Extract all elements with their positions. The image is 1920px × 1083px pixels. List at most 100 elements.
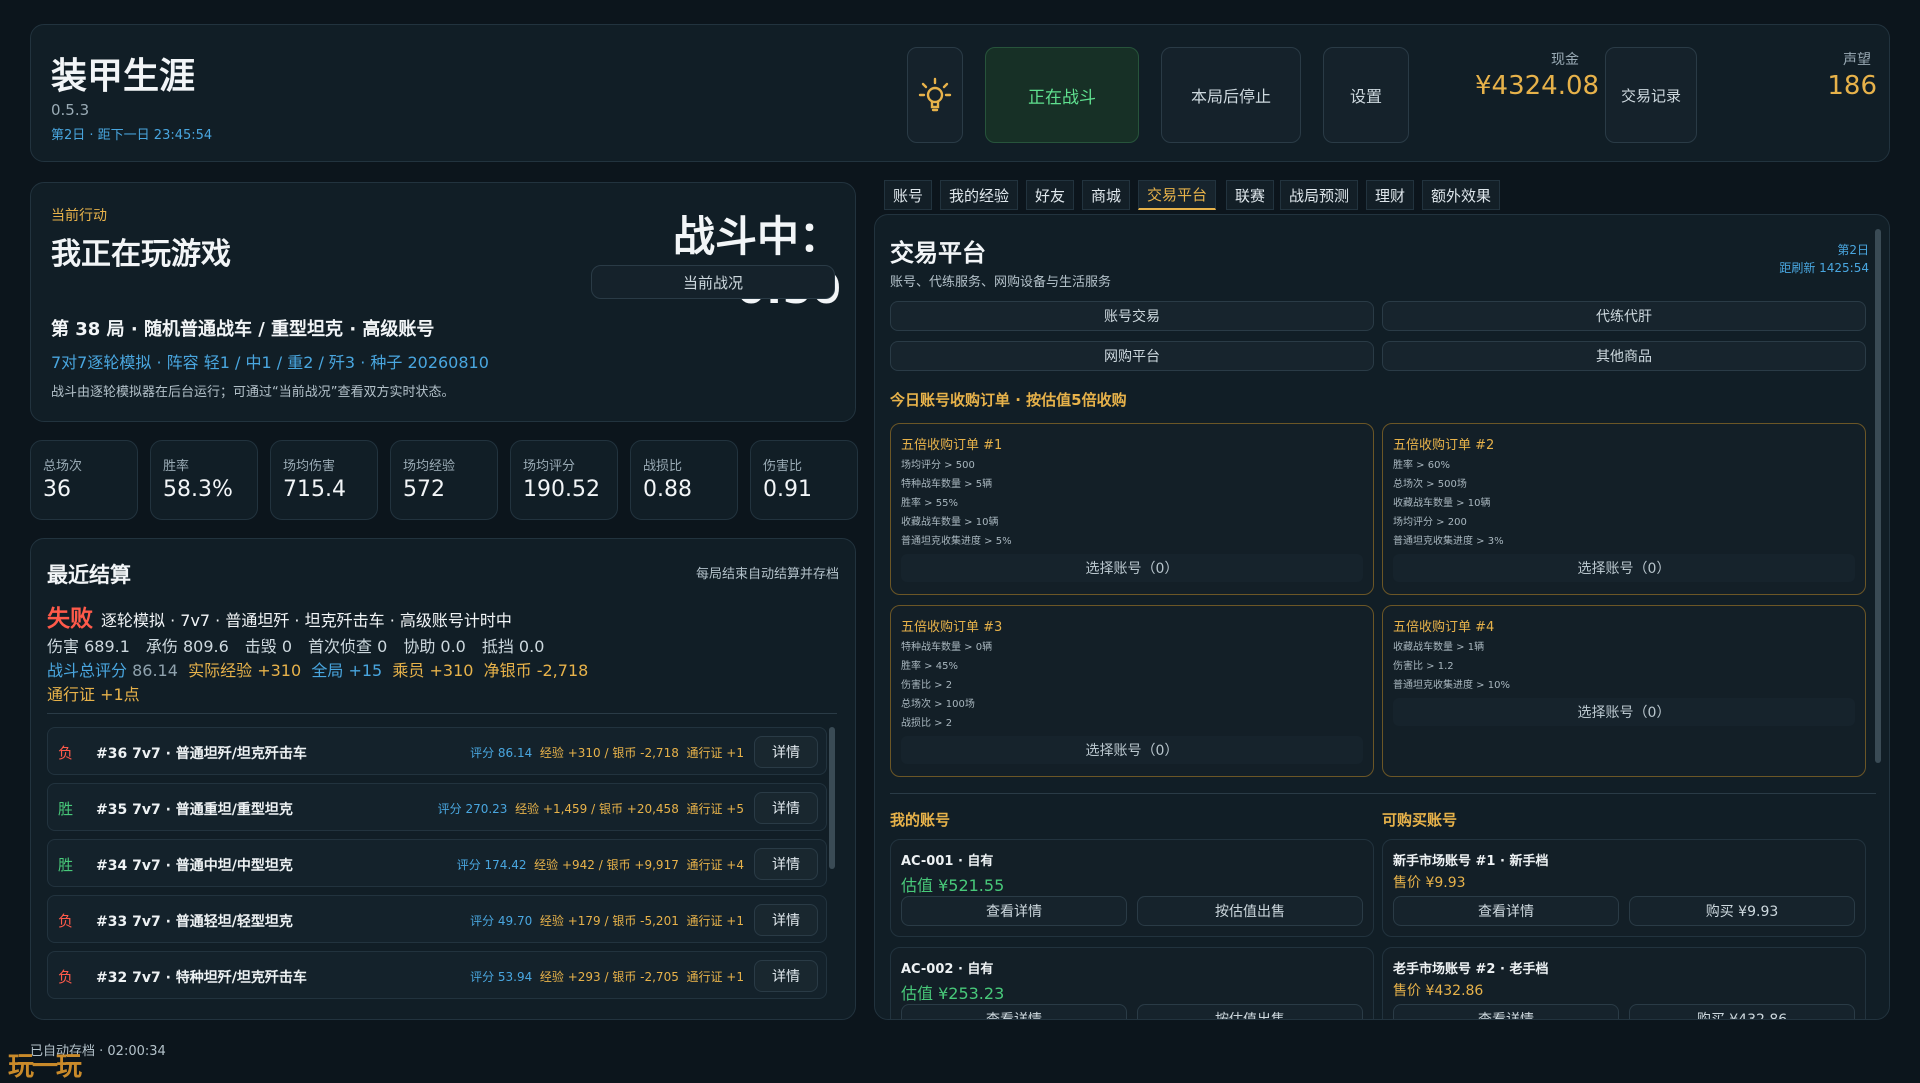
action-tag: 当前行动 [51,208,107,224]
stat-value: 36 [43,477,71,502]
stat-avg-exp: 场均经验 572 [390,440,498,520]
divider [47,713,837,714]
stat-value: 58.3% [163,477,233,502]
history-result: 胜 [58,856,74,874]
battle-status-button[interactable]: 当前战况 [591,265,835,299]
history-scrollbar[interactable] [829,727,835,869]
detail-button[interactable]: 详情 [754,960,818,992]
detail-button[interactable]: 详情 [754,904,818,936]
account-value: 估值 ¥521.55 [901,876,1005,895]
account-name: 新手市场账号 #1 · 新手档 [1393,854,1549,869]
match-info: 第 38 局 · 随机普通战车 / 重型坦克 · 高级账号 [51,319,435,340]
action-title: 我正在玩游戏 [51,237,231,272]
history-result: 负 [58,744,74,762]
tab-my-experience[interactable]: 我的经验 [940,180,1019,210]
purchase-order-card: 五倍收购订单 #1 场均评分 > 500 特种战车数量 > 5辆 胜率 > 55… [890,423,1374,595]
tab-battle-forecast[interactable]: 战局预测 [1280,180,1359,210]
category-other-goods[interactable]: 其他商品 [1382,341,1866,371]
trade-title: 交易平台 [890,239,986,267]
history-row[interactable]: 负 #36 7v7 · 普通坦歼/坦克歼击车 评分 86.14 经验 +310 … [47,727,827,775]
category-boosting[interactable]: 代练代肝 [1382,301,1866,331]
match-setup: 7对7逐轮模拟 · 阵容 轻1 / 中1 / 重2 / 歼3 · 种子 2026… [51,353,489,372]
order-title: 五倍收购订单 #1 [901,438,1003,453]
last-result-rewards: 战斗总评分 86.14 实际经验 +310 全局 +15 乘员 +310 净银币… [47,661,589,680]
stat-label: 胜率 [163,459,190,474]
reputation-value: 186 [1827,71,1877,101]
my-account-card: AC-002 · 自有 估值 ¥253.23 查看详情 按估值出售 [890,947,1374,1019]
stat-value: 0.91 [763,477,812,502]
divider [890,793,1876,794]
detail-button[interactable]: 详情 [754,848,818,880]
last-result-pass: 通行证 +1点 [47,685,140,704]
tab-shop[interactable]: 商城 [1082,180,1131,210]
history-row[interactable]: 负 #32 7v7 · 特种坦歼/坦克歼击车 评分 53.94 经验 +293 … [47,951,827,999]
buy-account-button[interactable]: 购买 ¥432.86 [1629,1004,1855,1019]
history-result: 负 [58,968,74,986]
sell-at-value-button[interactable]: 按估值出售 [1137,896,1363,926]
stat-value: 572 [403,477,445,502]
account-name: AC-002 · 自有 [901,962,994,977]
stat-avg-damage: 场均伤害 715.4 [270,440,378,520]
match-note: 战斗由逐轮模拟器在后台运行；可通过“当前战况”查看双方实时状态。 [51,385,455,400]
my-accounts-heading: 我的账号 [890,811,951,829]
app-version: 0.5.3 [51,101,90,119]
cash-value: ¥4324.08 [1475,71,1600,101]
stop-after-match-button[interactable]: 本局后停止 [1161,47,1301,143]
last-result-outcome: 失败 [47,606,93,632]
sell-at-value-button[interactable]: 按估值出售 [1137,1004,1363,1019]
detail-button[interactable]: 详情 [754,736,818,768]
history-info: 评分 86.14 经验 +310 / 银币 -2,718 通行证 +1 [470,746,744,760]
stat-label: 场均评分 [523,459,576,474]
tab-friends[interactable]: 好友 [1026,180,1075,210]
app-title: 装甲生涯 [51,56,196,97]
category-online-shop[interactable]: 网购平台 [890,341,1374,371]
tab-trade-platform[interactable]: 交易平台 [1138,180,1217,210]
recent-results-panel: 最近结算 每局结束自动结算并存档 失败 逐轮模拟 · 7v7 · 普通坦歼 · 坦… [30,538,856,1020]
last-result-desc: 逐轮模拟 · 7v7 · 普通坦歼 · 坦克歼击车 · 高级账号计时中 [101,611,512,630]
tab-finance[interactable]: 理财 [1366,180,1415,210]
order-title: 五倍收购订单 #3 [901,620,1003,635]
history-info: 评分 53.94 经验 +293 / 银币 -2,705 通行证 +1 [470,970,744,984]
purchase-order-card: 五倍收购订单 #4 收藏战车数量 > 1辆 伤害比 > 1.2 普通坦克收集进度… [1382,605,1866,777]
tab-extra-effects[interactable]: 额外效果 [1422,180,1501,210]
history-row[interactable]: 胜 #34 7v7 · 普通中坦/中型坦克 评分 174.42 经验 +942 … [47,839,827,887]
history-info: 评分 174.42 经验 +942 / 银币 +9,917 通行证 +4 [456,858,744,872]
account-name: AC-001 · 自有 [901,854,994,869]
hint-button[interactable] [907,47,963,143]
account-price: 售价 ¥9.93 [1393,875,1466,891]
my-account-card: AC-001 · 自有 估值 ¥521.55 查看详情 按估值出售 [890,839,1374,937]
category-account-trade[interactable]: 账号交易 [890,301,1374,331]
trade-scrollbar[interactable] [1875,229,1881,763]
buy-account-button[interactable]: 购买 ¥9.93 [1629,896,1855,926]
tab-league[interactable]: 联赛 [1226,180,1275,210]
view-details-button[interactable]: 查看详情 [901,1004,1127,1019]
site-logo: 玩一玩 [8,1052,82,1082]
view-details-button[interactable]: 查看详情 [1393,1004,1619,1019]
view-details-button[interactable]: 查看详情 [901,896,1127,926]
view-details-button[interactable]: 查看详情 [1393,896,1619,926]
select-account-button[interactable]: 选择账号（0） [901,736,1363,764]
tab-account[interactable]: 账号 [884,180,933,210]
buyable-account-card: 新手市场账号 #1 · 新手档 售价 ¥9.93 查看详情 购买 ¥9.93 [1382,839,1866,937]
detail-button[interactable]: 详情 [754,792,818,824]
trade-log-button[interactable]: 交易记录 [1605,47,1697,143]
current-action-panel: 当前行动 我正在玩游戏 战斗中：0:50 当前战况 第 38 局 · 随机普通战… [30,182,856,422]
history-name: #36 7v7 · 普通坦歼/坦克歼击车 [96,746,307,762]
fighting-button[interactable]: 正在战斗 [985,47,1139,143]
history-name: #33 7v7 · 普通轻坦/轻型坦克 [96,914,293,930]
select-account-button[interactable]: 选择账号（0） [901,554,1363,582]
history-name: #35 7v7 · 普通重坦/重型坦克 [96,802,293,818]
stat-label: 战损比 [643,459,683,474]
select-account-button[interactable]: 选择账号（0） [1393,554,1855,582]
stat-damage-ratio: 伤害比 0.91 [750,440,858,520]
history-row[interactable]: 负 #33 7v7 · 普通轻坦/轻型坦克 评分 49.70 经验 +179 /… [47,895,827,943]
select-account-button[interactable]: 选择账号（0） [1393,698,1855,726]
account-name: 老手市场账号 #2 · 老手档 [1393,962,1549,977]
history-row[interactable]: 胜 #35 7v7 · 普通重坦/重型坦克 评分 270.23 经验 +1,45… [47,783,827,831]
cash-label: 现金 [1551,52,1579,68]
history-name: #32 7v7 · 特种坦歼/坦克歼击车 [96,970,307,986]
history-result: 负 [58,912,74,930]
stat-kd-ratio: 战损比 0.88 [630,440,738,520]
settings-button[interactable]: 设置 [1323,47,1409,143]
order-title: 五倍收购订单 #2 [1393,438,1495,453]
